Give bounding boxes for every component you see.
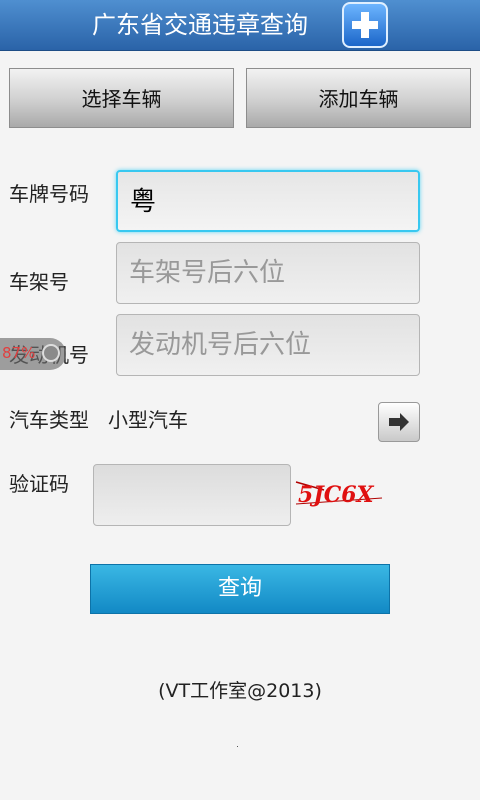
frame-input[interactable]: 车架号后六位 [116,242,420,304]
captcha-input[interactable] [93,464,291,526]
add-vehicle-button[interactable]: 添加车辆 [246,68,471,128]
knob-icon [42,344,60,362]
captcha-image[interactable]: 5JC6X [294,476,386,510]
title-bar: 广东省交通违章查询 [0,0,480,51]
page-title: 广东省交通违章查询 [92,11,308,39]
captcha-label: 验证码 [9,472,69,496]
engine-input[interactable]: 发动机号后六位 [116,314,420,376]
arrow-right-icon [389,413,409,431]
percent-indicator: 87% [2,344,36,362]
select-vehicle-button[interactable]: 选择车辆 [9,68,234,128]
vehicle-type-value: 小型汽车 [108,408,188,432]
dot [237,746,238,747]
captcha-text: 5JC6X [298,482,375,508]
vehicle-type-button[interactable] [378,402,420,442]
frame-label: 车架号 [9,270,69,294]
plate-label: 车牌号码 [9,182,89,206]
plate-input[interactable]: 粤 [116,170,420,232]
floating-widget[interactable]: 87% [0,338,66,370]
vehicle-type-label: 汽车类型 [9,408,89,432]
footer-text: (VT工作室@2013) [158,680,322,702]
add-button[interactable] [342,2,388,48]
query-button[interactable]: 查询 [90,564,390,614]
